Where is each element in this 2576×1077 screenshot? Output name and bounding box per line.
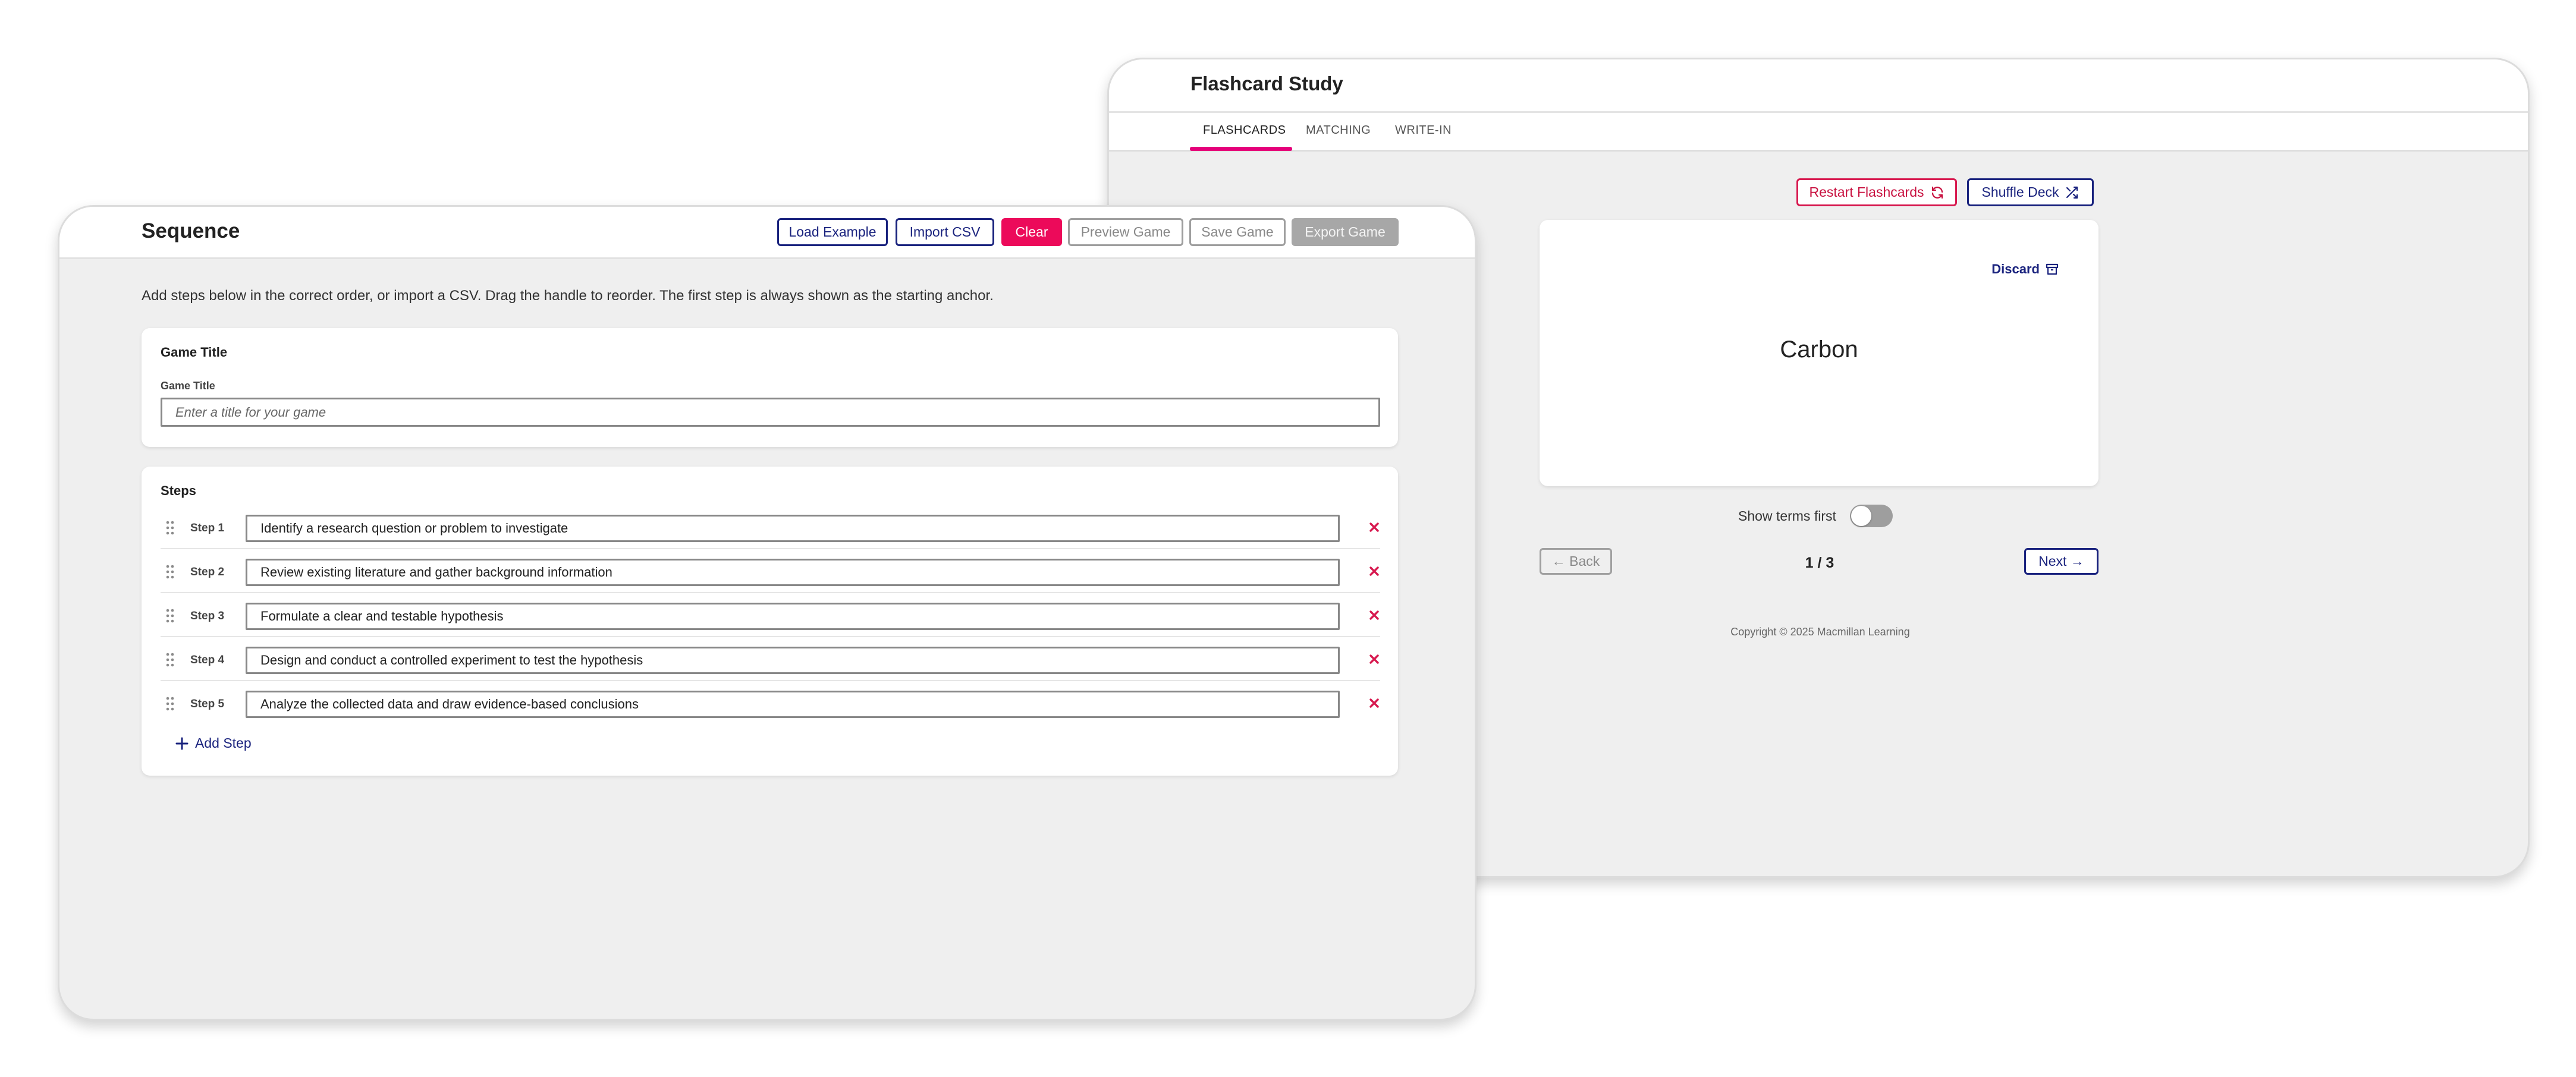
tab-flashcards[interactable]: FLASHCARDS <box>1203 124 1286 137</box>
delete-step-icon[interactable] <box>1367 696 1381 710</box>
tab-write-in[interactable]: WRITE-IN <box>1395 124 1452 137</box>
game-title-card: Game Title Game Title <box>142 328 1398 447</box>
clear-button[interactable]: Clear <box>1001 218 1062 246</box>
active-tab-indicator <box>1190 147 1292 151</box>
delete-step-icon[interactable] <box>1367 608 1381 622</box>
archive-icon <box>2046 263 2059 275</box>
drag-handle-icon[interactable] <box>165 564 175 580</box>
show-terms-label: Show terms first <box>1738 508 1836 524</box>
flashcard-title: Flashcard Study <box>1190 73 1343 95</box>
shuffle-icon <box>2066 186 2078 199</box>
shuffle-deck-button[interactable]: Shuffle Deck <box>1967 178 2094 206</box>
sequence-editor-window: Sequence Load Example Import CSV Clear P… <box>58 205 1477 1021</box>
step-row: Step 4 <box>161 638 1380 681</box>
shuffle-deck-label: Shuffle Deck <box>1981 184 2059 200</box>
discard-button[interactable]: Discard <box>1991 262 2059 277</box>
step-label: Step 4 <box>190 654 225 666</box>
step-input[interactable] <box>246 647 1340 674</box>
tab-matching[interactable]: MATCHING <box>1306 124 1371 137</box>
refresh-icon <box>1931 186 1943 199</box>
step-input[interactable] <box>246 691 1340 718</box>
sequence-title: Sequence <box>142 219 240 243</box>
load-example-button[interactable]: Load Example <box>777 218 888 246</box>
step-row: Step 2 <box>161 550 1380 593</box>
instructions-text: Add steps below in the correct order, or… <box>142 288 994 304</box>
tab-bar-divider <box>1109 111 2528 113</box>
restart-flashcards-label: Restart Flashcards <box>1809 184 1924 200</box>
step-input[interactable] <box>246 515 1340 542</box>
export-game-button[interactable]: Export Game <box>1292 218 1399 246</box>
step-input[interactable] <box>246 603 1340 630</box>
add-step-label: Add Step <box>195 735 252 751</box>
flashcard[interactable]: Discard Carbon <box>1540 220 2099 486</box>
steps-heading: Steps <box>161 483 196 498</box>
discard-label: Discard <box>1991 262 2040 276</box>
restart-flashcards-button[interactable]: Restart Flashcards <box>1796 178 1957 206</box>
delete-step-icon[interactable] <box>1367 520 1381 534</box>
flashcard-header: Flashcard Study FLASHCARDS MATCHING WRIT… <box>1109 59 2528 152</box>
preview-game-button[interactable]: Preview Game <box>1068 218 1183 246</box>
step-input[interactable] <box>246 559 1340 586</box>
step-row: Step 3 <box>161 594 1380 637</box>
plus-icon <box>175 737 189 750</box>
step-label: Step 1 <box>190 522 225 534</box>
show-terms-toggle[interactable] <box>1850 505 1893 527</box>
drag-handle-icon[interactable] <box>165 652 175 667</box>
save-game-button[interactable]: Save Game <box>1189 218 1286 246</box>
next-button[interactable]: Next → <box>2024 548 2099 575</box>
add-step-button[interactable]: Add Step <box>175 735 252 751</box>
step-label: Step 3 <box>190 610 225 622</box>
game-title-field-label: Game Title <box>161 380 215 392</box>
card-counter: 1 / 3 <box>1805 555 1834 571</box>
step-row: Step 1 <box>161 506 1380 549</box>
flashcard-term: Carbon <box>1780 336 1858 363</box>
back-button[interactable]: ← Back <box>1540 548 1612 575</box>
delete-step-icon[interactable] <box>1367 652 1381 666</box>
drag-handle-icon[interactable] <box>165 696 175 711</box>
drag-handle-icon[interactable] <box>165 608 175 623</box>
step-label: Step 5 <box>190 698 225 710</box>
game-title-section-heading: Game Title <box>161 345 228 360</box>
sequence-header: Sequence Load Example Import CSV Clear P… <box>59 207 1475 259</box>
toggle-knob <box>1851 506 1871 526</box>
steps-card: Steps Step 1 Step 2 Step 3 Step 4 Step 5 Add… <box>142 467 1398 776</box>
delete-step-icon[interactable] <box>1367 564 1381 578</box>
game-title-input[interactable] <box>161 398 1380 427</box>
import-csv-button[interactable]: Import CSV <box>896 218 994 246</box>
drag-handle-icon[interactable] <box>165 520 175 536</box>
step-row: Step 5 <box>161 682 1380 725</box>
step-label: Step 2 <box>190 566 225 578</box>
